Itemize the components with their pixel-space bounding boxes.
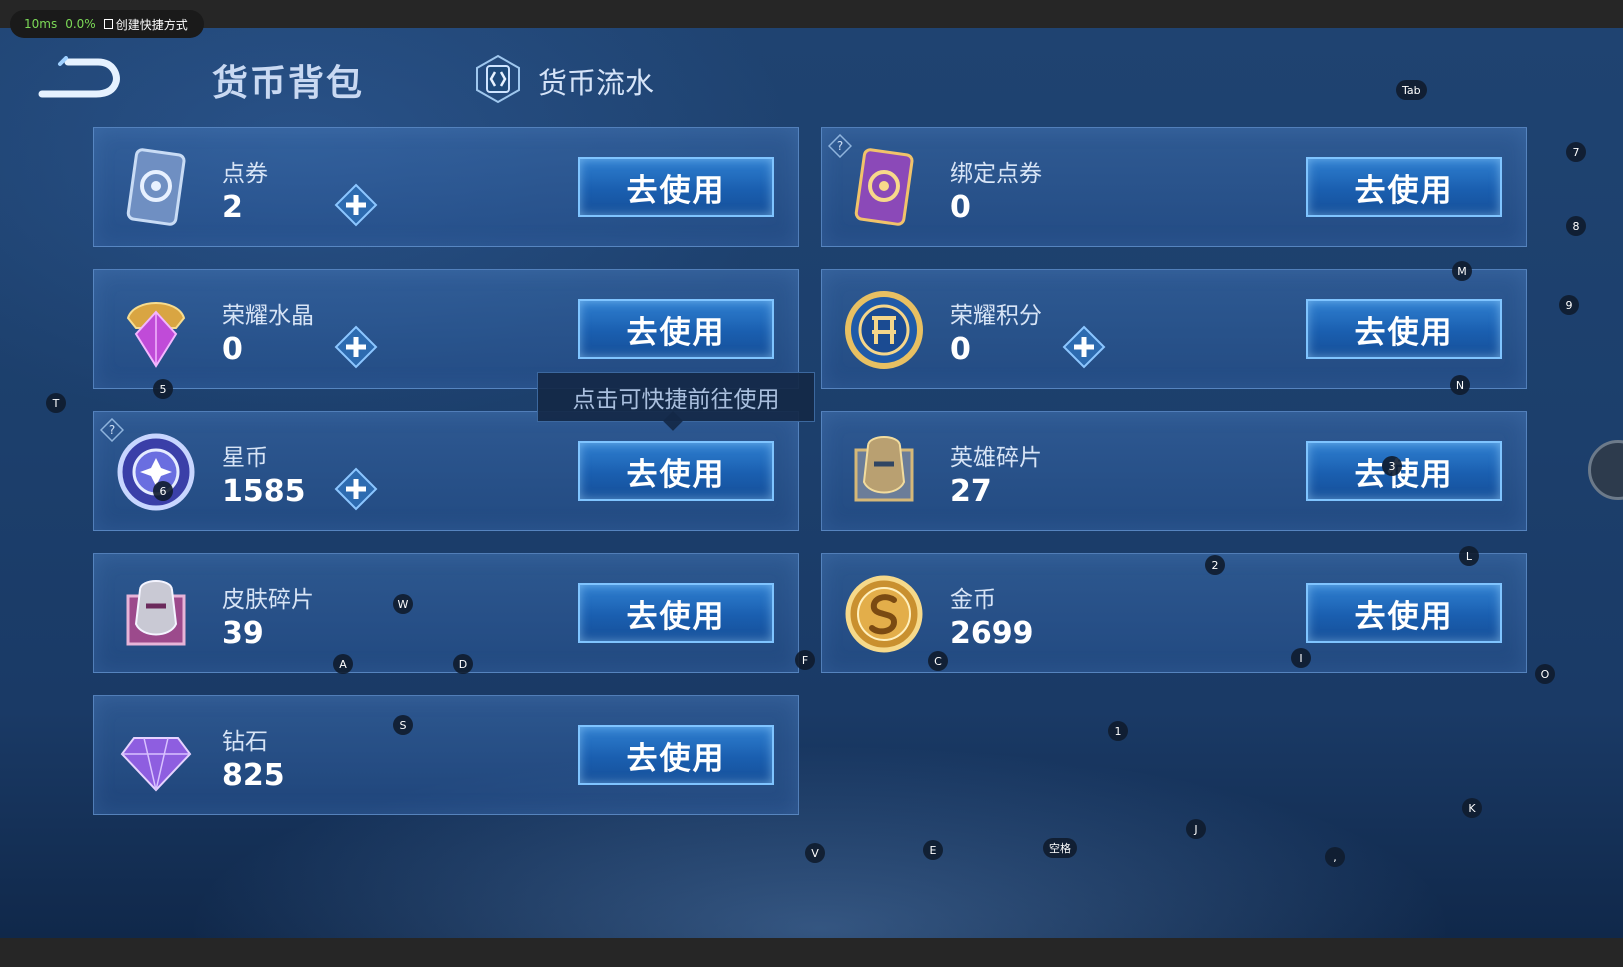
coupon-card-icon bbox=[126, 148, 186, 226]
key-hint-a: A bbox=[333, 654, 353, 674]
currency-amount: 2699 bbox=[950, 616, 1034, 651]
create-shortcut-button[interactable]: 创建快捷方式 bbox=[103, 16, 188, 33]
cpu-value: 0.0% bbox=[65, 17, 96, 31]
currency-amount: 39 bbox=[222, 616, 264, 651]
currency-amount: 0 bbox=[222, 332, 243, 367]
use-button[interactable]: 去使用 bbox=[1306, 299, 1502, 359]
currency-name: 皮肤碎片 bbox=[222, 587, 314, 613]
currency-name: 星币 bbox=[222, 445, 268, 471]
perf-overlay: 10ms 0.0% 创建快捷方式 bbox=[10, 10, 204, 38]
key-hint-2: 2 bbox=[1205, 555, 1225, 575]
key-hint-d: D bbox=[453, 654, 473, 674]
key-hint-w: W bbox=[393, 594, 413, 614]
tooltip-text: 点击可快捷前往使用 bbox=[572, 387, 780, 413]
currency-amount: 2 bbox=[222, 190, 243, 225]
tab-currency-flow[interactable]: 货币流水 bbox=[538, 60, 654, 102]
page-title: 货币背包 bbox=[212, 63, 365, 104]
key-hint-o: O bbox=[1535, 664, 1555, 684]
currency-card-hero-fragment: 英雄碎片 27 去使用 bbox=[821, 411, 1527, 531]
use-button[interactable]: 去使用 bbox=[1306, 441, 1502, 501]
key-hint-s: S bbox=[393, 715, 413, 735]
key-hint-9: 9 bbox=[1559, 295, 1579, 315]
use-button[interactable]: 去使用 bbox=[578, 725, 774, 785]
glory-points-icon bbox=[845, 291, 923, 369]
currency-amount: 0 bbox=[950, 332, 971, 367]
back-arrow-icon[interactable] bbox=[38, 56, 122, 100]
hero-fragment-icon bbox=[854, 436, 914, 502]
key-hint-6: 6 bbox=[153, 481, 173, 501]
currency-card-dianquan: 点券 2 去使用 bbox=[93, 127, 799, 247]
currency-name: 绑定点券 bbox=[950, 161, 1042, 187]
key-hint-8: 8 bbox=[1566, 216, 1586, 236]
plus-icon[interactable] bbox=[334, 325, 378, 369]
currency-name: 荣耀积分 bbox=[950, 303, 1042, 329]
key-hint-j: J bbox=[1186, 819, 1206, 839]
use-button[interactable]: 去使用 bbox=[1306, 583, 1502, 643]
key-hint-n: N bbox=[1450, 375, 1470, 395]
currency-name: 点券 bbox=[222, 161, 268, 187]
currency-name: 金币 bbox=[950, 587, 996, 613]
create-shortcut-label: 创建快捷方式 bbox=[115, 17, 188, 32]
currency-card-star-coin: ? 星币 1585 去使用 bbox=[93, 411, 799, 531]
currency-amount: 1585 bbox=[222, 474, 306, 509]
key-hint-5: 5 bbox=[153, 379, 173, 399]
key-hint-l: L bbox=[1459, 546, 1479, 566]
key-hint-f: F bbox=[795, 650, 815, 670]
key-hint-space: 空格 bbox=[1043, 838, 1077, 858]
currency-amount: 27 bbox=[950, 474, 992, 509]
bottom-bar bbox=[0, 938, 1623, 967]
key-hint-i: I bbox=[1291, 648, 1311, 668]
diamond-icon bbox=[120, 737, 192, 792]
currency-card-gold: 金币 2699 去使用 bbox=[821, 553, 1527, 673]
bound-coupon-icon bbox=[854, 148, 914, 226]
use-button[interactable]: 去使用 bbox=[578, 299, 774, 359]
currency-name: 英雄碎片 bbox=[950, 445, 1042, 471]
use-button[interactable]: 去使用 bbox=[578, 441, 774, 501]
currency-amount: 825 bbox=[222, 758, 285, 793]
plus-icon[interactable] bbox=[1062, 325, 1106, 369]
shortcut-icon bbox=[103, 19, 113, 29]
currency-card-points: 荣耀积分 0 去使用 bbox=[821, 269, 1527, 389]
key-hint-v: V bbox=[805, 843, 825, 863]
currency-amount: 0 bbox=[950, 190, 971, 225]
key-hint-7: 7 bbox=[1566, 142, 1586, 162]
key-hint-m: M bbox=[1452, 261, 1472, 281]
key-hint-comma: , bbox=[1325, 847, 1345, 867]
key-hint-e: E bbox=[923, 840, 943, 860]
currency-name: 荣耀水晶 bbox=[222, 303, 314, 329]
key-hint-c: C bbox=[928, 651, 948, 671]
currency-name: 钻石 bbox=[222, 729, 268, 755]
key-hint-t: T bbox=[46, 393, 66, 413]
glory-crystal-icon bbox=[126, 302, 186, 368]
use-button[interactable]: 去使用 bbox=[1306, 157, 1502, 217]
use-button[interactable]: 去使用 bbox=[578, 157, 774, 217]
plus-icon[interactable] bbox=[334, 467, 378, 511]
star-coin-icon bbox=[117, 433, 195, 511]
currency-flow-icon[interactable] bbox=[473, 54, 523, 104]
plus-icon[interactable] bbox=[334, 183, 378, 227]
gold-coin-icon bbox=[845, 575, 923, 653]
currency-card-diamond: 钻石 825 去使用 bbox=[93, 695, 799, 815]
key-hint-1: 1 bbox=[1108, 721, 1128, 741]
latency-value: 10ms bbox=[24, 17, 58, 31]
currency-card-skin-fragment: 皮肤碎片 39 去使用 bbox=[93, 553, 799, 673]
currency-card-bound-dianquan: ? 绑定点券 0 去使用 bbox=[821, 127, 1527, 247]
quick-use-tooltip: 点击可快捷前往使用 bbox=[537, 372, 815, 431]
skin-fragment-icon bbox=[126, 580, 186, 646]
use-button[interactable]: 去使用 bbox=[578, 583, 774, 643]
key-hint-k: K bbox=[1462, 798, 1482, 818]
key-hint-tab: Tab bbox=[1396, 80, 1427, 100]
key-hint-3: 3 bbox=[1382, 456, 1402, 476]
currency-card-crystal: 荣耀水晶 0 去使用 bbox=[93, 269, 799, 389]
